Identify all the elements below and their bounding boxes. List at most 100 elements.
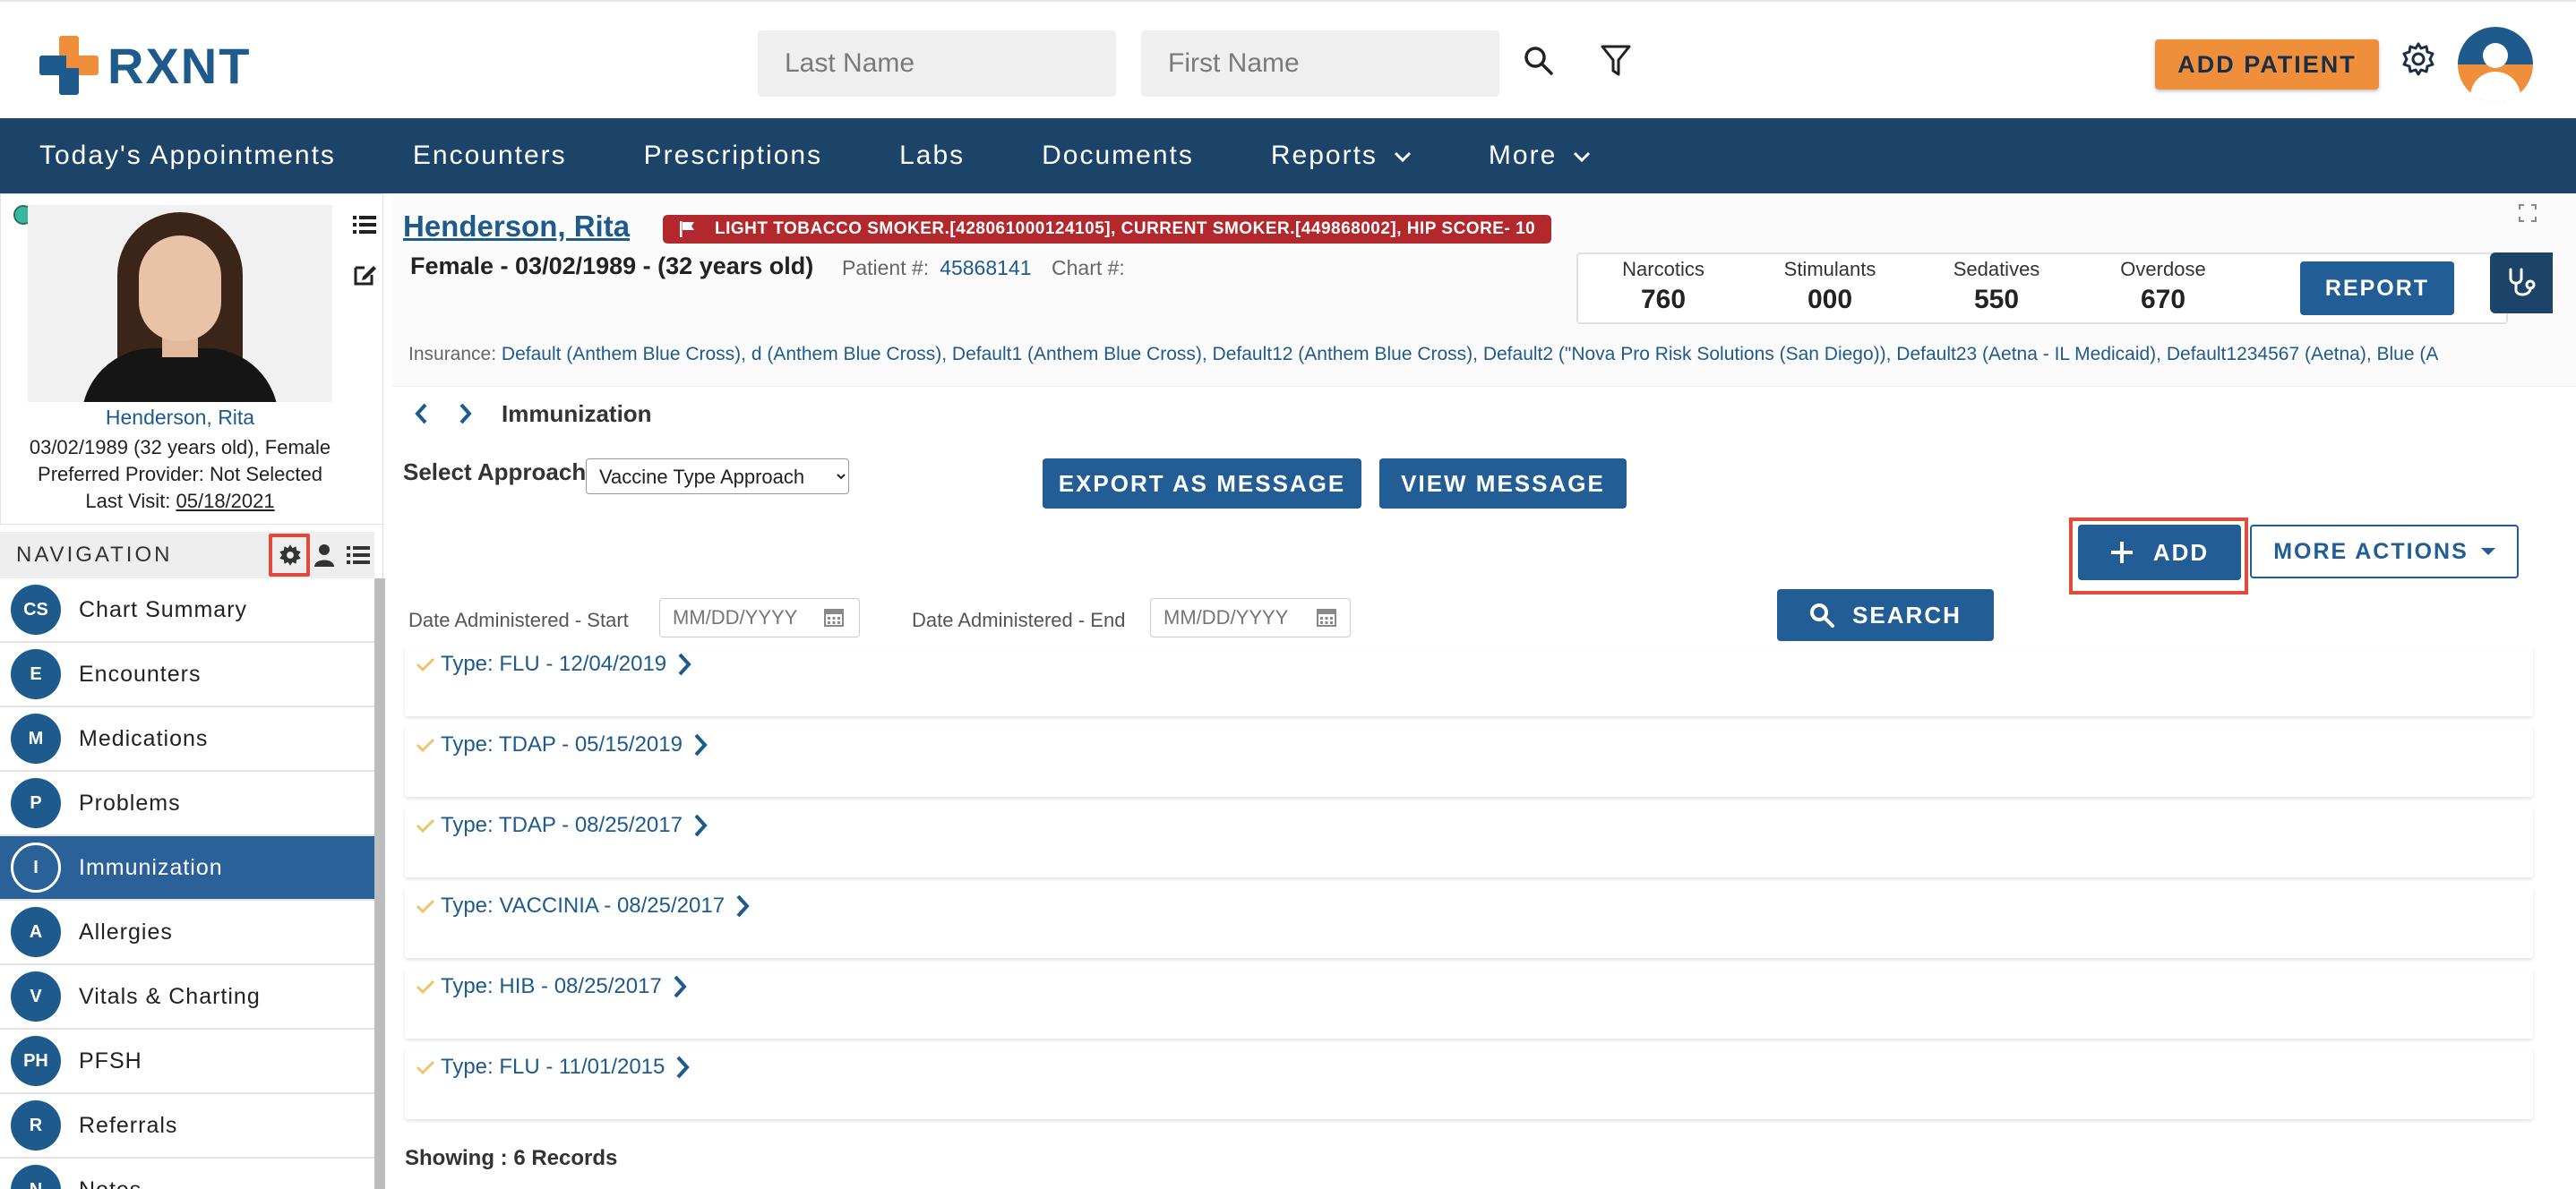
pdmp-label: Sedatives	[1953, 258, 2040, 280]
nav-more[interactable]: More	[1489, 141, 1591, 171]
pdmp-narcotics: Narcotics 760	[1596, 258, 1730, 315]
nav-label: Today's Appointments	[39, 141, 336, 170]
nav-badge: N	[11, 1165, 61, 1189]
patient-number-value[interactable]: 45868141	[940, 256, 1031, 279]
approach-select[interactable]: Vaccine Type Approach	[586, 458, 849, 494]
date-end-label: Date Administered - End	[912, 609, 1126, 631]
sidebar-item-label: Vitals & Charting	[79, 983, 261, 1009]
sidebar-nav-list: CS Chart Summary E Encounters M Medications…	[0, 578, 374, 1189]
sidebar-item-allergies[interactable]: A Allergies	[0, 901, 374, 965]
check-icon	[416, 656, 435, 672]
user-icon[interactable]	[308, 539, 340, 571]
settings-gear-icon[interactable]	[2397, 38, 2440, 81]
pdmp-value: 760	[1640, 285, 1687, 314]
last-visit-date[interactable]: 05/18/2021	[176, 490, 275, 512]
record-toggle[interactable]: Type: HIB - 08/25/2017	[416, 974, 687, 999]
search-icon	[1809, 603, 1835, 628]
record-toggle[interactable]: Type: TDAP - 05/15/2019	[416, 732, 708, 757]
edit-icon[interactable]	[348, 259, 381, 291]
patient-card: Henderson, Rita 03/02/1989 (32 years old…	[0, 193, 383, 525]
nav-documents[interactable]: Documents	[1042, 141, 1194, 171]
export-as-message-button[interactable]: EXPORT AS MESSAGE	[1043, 458, 1361, 509]
pdmp-overdose: Overdose 670	[2096, 258, 2230, 315]
sidebar-item-referrals[interactable]: R Referrals	[0, 1094, 374, 1159]
calendar-icon[interactable]	[1317, 607, 1338, 629]
calendar-icon[interactable]	[824, 607, 846, 629]
left-sidebar: Henderson, Rita 03/02/1989 (32 years old…	[0, 193, 385, 1189]
report-button[interactable]: REPORT	[2300, 261, 2454, 315]
add-patient-button[interactable]: ADD PATIENT	[2155, 39, 2379, 90]
chevron-right-icon	[693, 733, 708, 757]
records-count: Showing : 6 Records	[405, 1146, 617, 1171]
patient-name-link[interactable]: Henderson, Rita	[403, 210, 630, 244]
list-icon[interactable]	[342, 539, 374, 571]
record-label: Type: TDAP - 08/25/2017	[441, 813, 683, 837]
sidebar-item-medications[interactable]: M Medications	[0, 707, 374, 772]
check-icon	[416, 898, 435, 914]
record-label: Type: FLU - 11/01/2015	[441, 1055, 665, 1079]
record-toggle[interactable]: Type: TDAP - 08/25/2017	[416, 813, 708, 838]
sidebar-scrollbar[interactable]	[374, 578, 385, 1189]
insurance-value[interactable]: Default (Anthem Blue Cross), d (Anthem B…	[502, 344, 2438, 364]
nav-badge: PH	[11, 1036, 61, 1086]
immunization-records: Type: FLU - 12/04/2019 Type: TDAP - 05/1…	[405, 646, 2533, 1130]
first-name-input[interactable]	[1141, 30, 1499, 97]
breadcrumb: Immunization	[403, 396, 652, 432]
expand-icon[interactable]	[2519, 204, 2546, 231]
scrollbar-thumb[interactable]	[374, 578, 385, 1189]
record-label: Type: HIB - 08/25/2017	[441, 974, 662, 998]
approach-label: Select Approach	[403, 458, 587, 485]
forward-arrow-icon[interactable]	[448, 396, 484, 432]
search-icon[interactable]	[1517, 39, 1560, 82]
nav-badge: A	[11, 907, 61, 957]
nav-encounters[interactable]: Encounters	[413, 141, 567, 171]
view-message-button[interactable]: VIEW MESSAGE	[1379, 458, 1627, 509]
pdmp-scores-panel: Narcotics 760 Stimulants 000 Sedatives 550 …	[1576, 252, 2508, 324]
list-view-icon[interactable]	[348, 209, 381, 241]
pdmp-label: Narcotics	[1622, 258, 1704, 280]
filter-icon[interactable]	[1594, 39, 1637, 82]
caret-down-icon	[2480, 548, 2495, 555]
nav-settings-gear-icon[interactable]	[274, 539, 306, 571]
search-button[interactable]: SEARCH	[1777, 589, 1994, 641]
sidebar-item-label: PFSH	[79, 1048, 142, 1074]
flag-icon	[679, 220, 695, 238]
patient-number: Patient #: 45868141	[842, 256, 1032, 280]
rxnt-logo[interactable]: RXNT	[39, 34, 251, 97]
nav-prescriptions[interactable]: Prescriptions	[644, 141, 822, 171]
record-label: Type: FLU - 12/04/2019	[441, 652, 667, 676]
sidebar-item-label: Immunization	[79, 854, 223, 880]
add-button[interactable]: ADD	[2078, 525, 2241, 580]
patient-card-name[interactable]: Henderson, Rita	[1, 406, 359, 430]
search-button-label: SEARCH	[1852, 601, 1962, 629]
back-arrow-icon[interactable]	[403, 396, 439, 432]
sidebar-item-problems[interactable]: P Problems	[0, 772, 374, 836]
sidebar-item-vitals-charting[interactable]: V Vitals & Charting	[0, 965, 374, 1030]
nav-badge: I	[11, 843, 61, 893]
nav-reports[interactable]: Reports	[1271, 141, 1412, 171]
sidebar-item-encounters[interactable]: E Encounters	[0, 643, 374, 707]
last-name-input[interactable]	[758, 30, 1116, 97]
sidebar-item-chart-summary[interactable]: CS Chart Summary	[0, 578, 374, 643]
nav-todays-appointments[interactable]: Today's Appointments	[39, 141, 336, 171]
nav-label: Encounters	[412, 141, 567, 170]
chevron-right-icon	[693, 814, 708, 837]
nav-labs[interactable]: Labs	[899, 141, 965, 171]
sidebar-item-pfsh[interactable]: PH PFSH	[0, 1030, 374, 1094]
nav-label: Labs	[899, 141, 966, 170]
chevron-down-icon	[1573, 141, 1591, 171]
nav-badge: CS	[11, 585, 61, 635]
navigation-header: NAVIGATION	[0, 532, 374, 578]
record-toggle[interactable]: Type: FLU - 11/01/2015	[416, 1055, 691, 1080]
record-toggle[interactable]: Type: FLU - 12/04/2019	[416, 652, 691, 677]
insurance-line: Insurance: Default (Anthem Blue Cross), …	[408, 344, 2567, 365]
sidebar-item-immunization[interactable]: I Immunization	[0, 836, 374, 901]
patient-demographics: Female - 03/02/1989 - (32 years old)	[410, 252, 814, 279]
more-actions-button[interactable]: MORE ACTIONS	[2250, 525, 2519, 578]
sidebar-item-notes[interactable]: N Notes	[0, 1159, 374, 1189]
record-label: Type: VACCINIA - 08/25/2017	[441, 894, 726, 918]
user-avatar[interactable]	[2458, 27, 2533, 102]
record-toggle[interactable]: Type: VACCINIA - 08/25/2017	[416, 894, 750, 919]
stethoscope-icon[interactable]	[2490, 252, 2553, 313]
patient-flags-badge[interactable]: LIGHT TOBACCO SMOKER.[428061000124105], …	[663, 215, 1552, 244]
